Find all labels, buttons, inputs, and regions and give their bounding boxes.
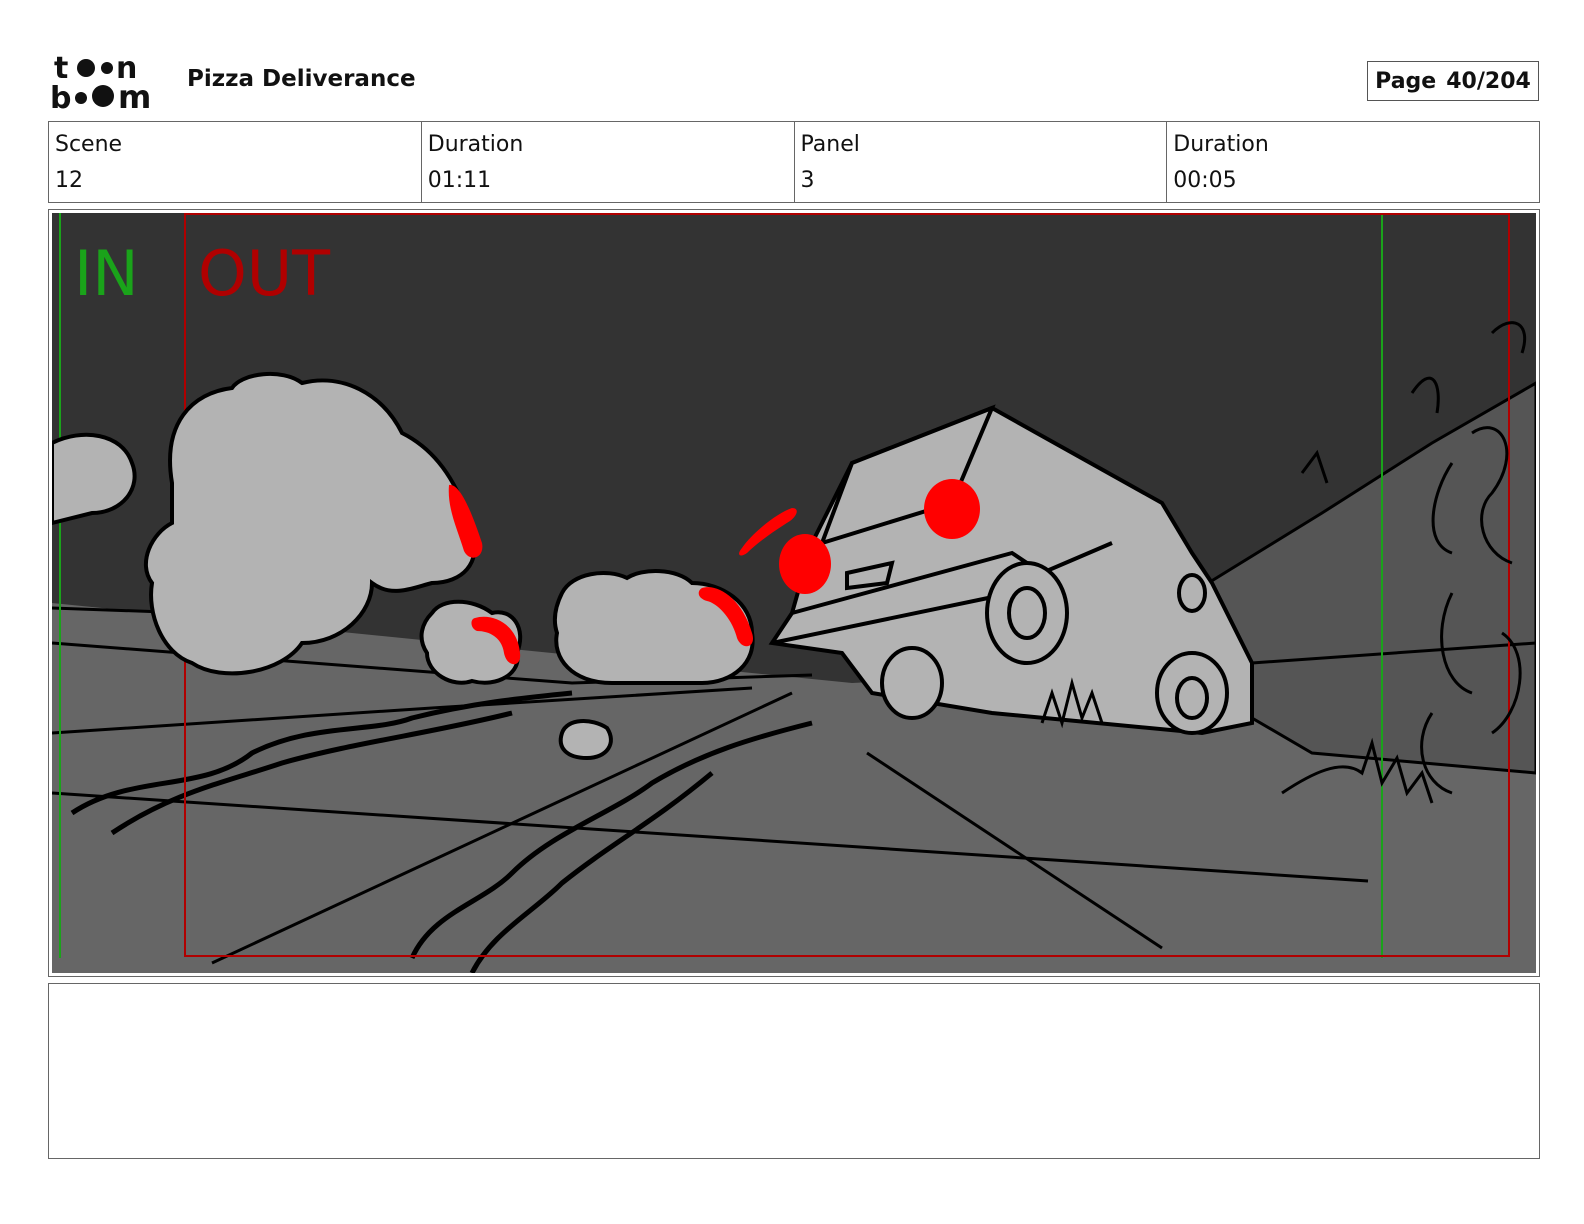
in-marker: IN xyxy=(74,237,139,310)
page-number: 40/204 xyxy=(1446,68,1531,94)
storyboard-panel-drawing: IN OUT xyxy=(52,213,1536,973)
panel-duration-label: Duration xyxy=(1173,132,1269,157)
out-marker: OUT xyxy=(198,237,331,310)
project-title: Pizza Deliverance xyxy=(187,66,416,92)
page-indicator: Page 40/204 xyxy=(1367,61,1539,101)
panel-info-table: Scene 12 Duration 01:11 Panel 3 Duration… xyxy=(48,121,1540,203)
panel-duration-cell: Duration 00:05 xyxy=(1167,122,1539,202)
scene-duration-value: 01:11 xyxy=(427,168,492,193)
panel-duration-value: 00:05 xyxy=(1173,168,1237,193)
scene-value: 12 xyxy=(55,168,83,193)
panel-cell: Panel 3 xyxy=(795,122,1168,202)
panel-notes-box xyxy=(48,983,1540,1159)
svg-text:m: m xyxy=(118,78,151,112)
panel-value: 3 xyxy=(800,168,815,193)
toonboom-logo: t n b m xyxy=(50,51,151,112)
scene-duration-label: Duration xyxy=(427,132,524,157)
scene-cell: Scene 12 xyxy=(49,122,422,202)
scene-duration-cell: Duration 01:11 xyxy=(422,122,795,202)
svg-text:b: b xyxy=(50,81,71,112)
panel-label: Panel xyxy=(800,132,860,157)
page-label: Page xyxy=(1375,68,1437,94)
scene-label: Scene xyxy=(55,132,123,157)
